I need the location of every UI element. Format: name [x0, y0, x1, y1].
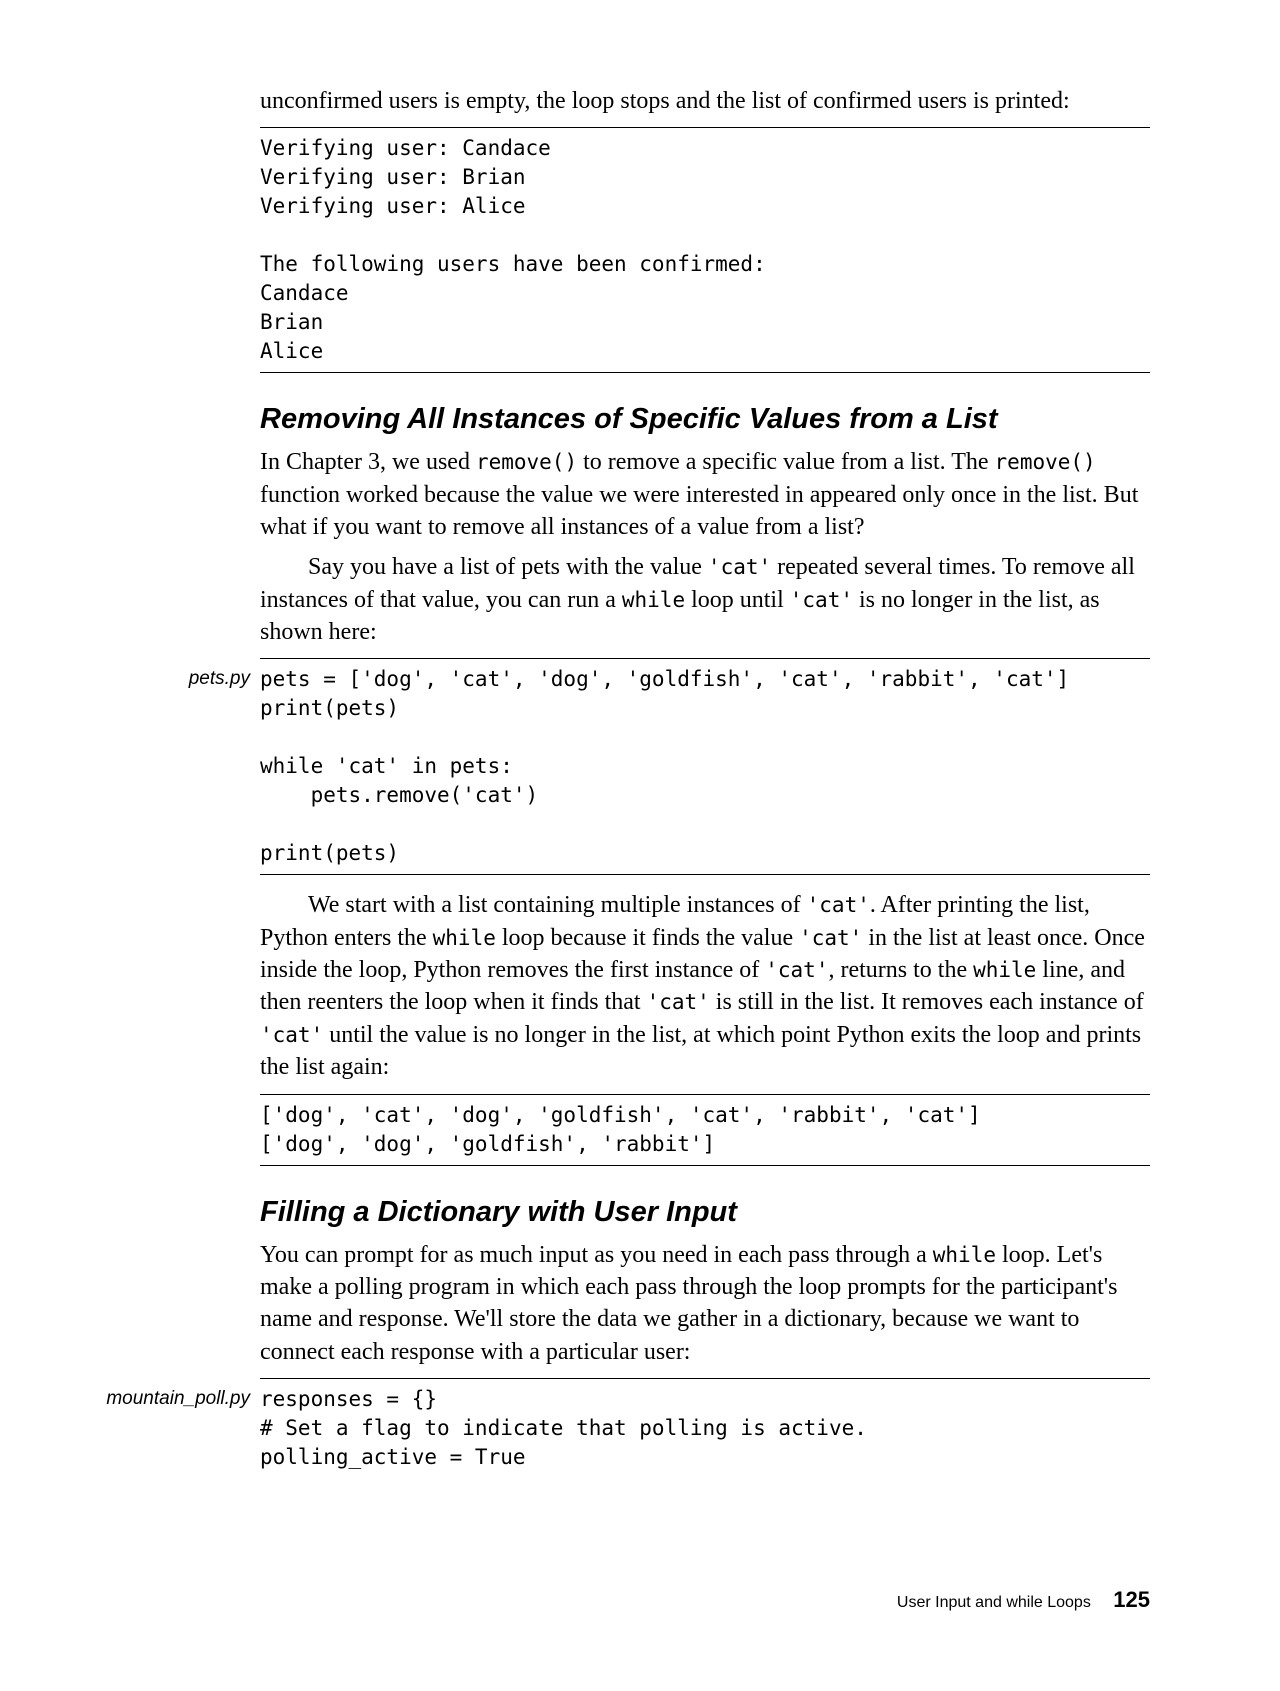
- page-footer: User Input and while Loops 125: [897, 1587, 1150, 1613]
- inline-code: while: [622, 588, 685, 612]
- page-number: 125: [1113, 1587, 1150, 1612]
- code-block-pets: pets = ['dog', 'cat', 'dog', 'goldfish',…: [260, 658, 1150, 875]
- text: In Chapter 3, we used: [260, 449, 476, 475]
- code-row-2: mountain_poll.py responses = {} # Set a …: [260, 1378, 1150, 1478]
- inline-code: 'cat': [260, 1023, 323, 1047]
- inline-code: 'cat': [708, 555, 771, 579]
- inline-code: 'cat': [790, 588, 853, 612]
- text: function worked because the value we wer…: [260, 482, 1138, 540]
- inline-code: remove(): [476, 450, 577, 474]
- text: loop until: [685, 587, 790, 613]
- inline-code: 'cat': [799, 926, 862, 950]
- filename-label: mountain_poll.py: [40, 1388, 250, 1410]
- filename-label: pets.py: [120, 668, 250, 690]
- text: loop because it finds the value: [496, 925, 799, 951]
- text: to remove a specific value from a list. …: [577, 449, 994, 475]
- section1b-para1: We start with a list containing multiple…: [260, 889, 1150, 1083]
- inline-code: 'cat': [765, 958, 828, 982]
- inline-code: while: [933, 1243, 996, 1267]
- output-block-1: Verifying user: Candace Verifying user: …: [260, 127, 1150, 373]
- text: Say you have a list of pets with the val…: [308, 554, 708, 580]
- text: We start with a list containing multiple…: [308, 892, 807, 918]
- text: You can prompt for as much input as you …: [260, 1242, 933, 1268]
- section1-para2: Say you have a list of pets with the val…: [260, 551, 1150, 648]
- output-block-2: ['dog', 'cat', 'dog', 'goldfish', 'cat',…: [260, 1094, 1150, 1166]
- inline-code: while: [973, 958, 1036, 982]
- inline-code: 'cat': [807, 893, 870, 917]
- inline-code: 'cat': [647, 990, 710, 1014]
- inline-code: while: [433, 926, 496, 950]
- section-heading-1: Removing All Instances of Specific Value…: [260, 403, 1150, 436]
- text: until the value is no longer in the list…: [260, 1022, 1141, 1080]
- text: , returns to the: [828, 957, 973, 983]
- inline-code: remove(): [995, 450, 1096, 474]
- code-block-mountain-poll: responses = {} # Set a flag to indicate …: [260, 1378, 1150, 1478]
- section1-para1: In Chapter 3, we used remove() to remove…: [260, 446, 1150, 543]
- section2-para1: You can prompt for as much input as you …: [260, 1239, 1150, 1369]
- chapter-title: User Input and while Loops: [897, 1594, 1091, 1611]
- content-column: unconfirmed users is empty, the loop sto…: [260, 85, 1150, 1478]
- text: is still in the list. It removes each in…: [710, 989, 1144, 1015]
- section-heading-2: Filling a Dictionary with User Input: [260, 1196, 1150, 1229]
- code-row-1: pets.py pets = ['dog', 'cat', 'dog', 'go…: [260, 658, 1150, 875]
- book-page: unconfirmed users is empty, the loop sto…: [0, 0, 1280, 1691]
- intro-paragraph: unconfirmed users is empty, the loop sto…: [260, 85, 1150, 117]
